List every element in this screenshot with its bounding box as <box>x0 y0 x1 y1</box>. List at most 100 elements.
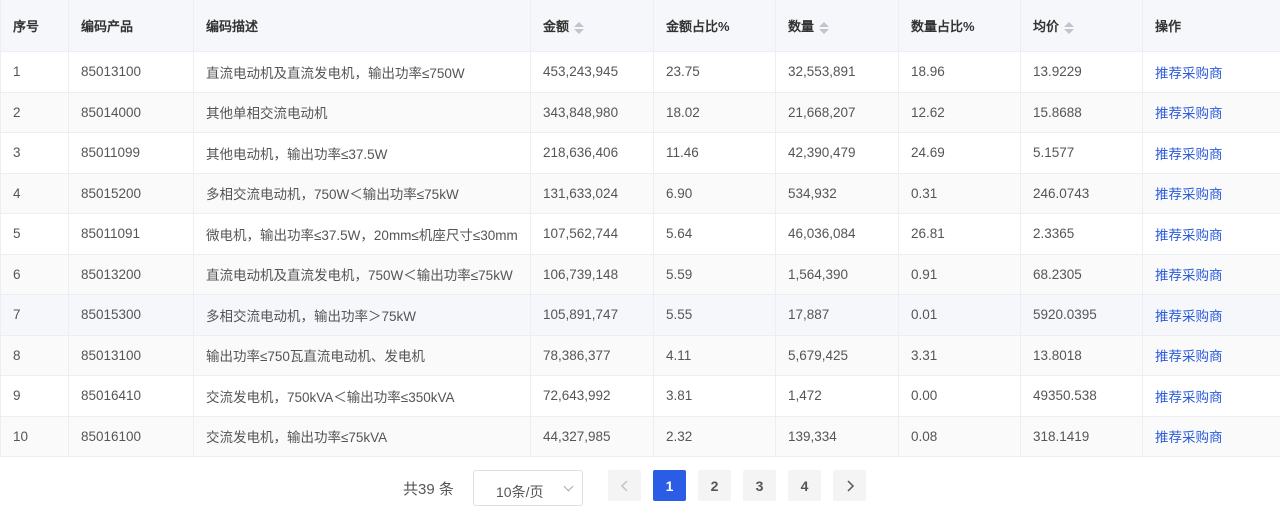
cell-code: 85013100 <box>69 52 194 93</box>
cell-code: 85016100 <box>69 416 194 457</box>
recommend-buyer-link[interactable]: 推荐采购商 <box>1143 133 1280 174</box>
cell-index: 4 <box>1 173 69 214</box>
cell-qty-pct: 12.62 <box>899 92 1021 133</box>
recommend-buyer-link[interactable]: 推荐采购商 <box>1143 335 1280 376</box>
cell-qty: 32,553,891 <box>776 52 899 93</box>
cell-qty: 46,036,084 <box>776 214 899 255</box>
cell-index: 9 <box>1 376 69 417</box>
cell-amount: 105,891,747 <box>531 295 654 336</box>
cell-qty-pct: 18.96 <box>899 52 1021 93</box>
cell-avg: 68.2305 <box>1021 254 1143 295</box>
col-header-amount[interactable]: 金额 <box>531 0 654 52</box>
cell-desc: 直流电动机及直流发电机，750W＜输出功率≤75kW <box>194 254 531 295</box>
sort-caret-icon[interactable] <box>574 22 584 34</box>
cell-amount: 218,636,406 <box>531 133 654 174</box>
cell-avg: 5.1577 <box>1021 133 1143 174</box>
cell-avg: 49350.538 <box>1021 376 1143 417</box>
cell-code: 85015200 <box>69 173 194 214</box>
recommend-buyer-link[interactable]: 推荐采购商 <box>1143 295 1280 336</box>
cell-index: 5 <box>1 214 69 255</box>
col-header-qty-pct: 数量占比% <box>899 0 1021 52</box>
cell-avg: 246.0743 <box>1021 173 1143 214</box>
table-row: 385011099其他电动机，输出功率≤37.5W218,636,40611.4… <box>1 133 1280 174</box>
cell-amount-pct: 5.64 <box>654 214 776 255</box>
cell-amount-pct: 5.55 <box>654 295 776 336</box>
cell-qty-pct: 3.31 <box>899 335 1021 376</box>
page-button-2[interactable]: 2 <box>698 470 731 501</box>
cell-qty: 5,679,425 <box>776 335 899 376</box>
cell-amount-pct: 3.81 <box>654 376 776 417</box>
col-header-qty[interactable]: 数量 <box>776 0 899 52</box>
table-row: 585011091微电机，输出功率≤37.5W，20mm≤机座尺寸≤30mm10… <box>1 214 1280 255</box>
cell-qty-pct: 0.08 <box>899 416 1021 457</box>
cell-qty: 1,564,390 <box>776 254 899 295</box>
cell-index: 10 <box>1 416 69 457</box>
col-header-desc: 编码描述 <box>194 0 531 52</box>
cell-index: 1 <box>1 52 69 93</box>
cell-index: 3 <box>1 133 69 174</box>
next-page-button[interactable] <box>833 470 866 501</box>
cell-qty: 534,932 <box>776 173 899 214</box>
cell-avg: 15.8688 <box>1021 92 1143 133</box>
cell-code: 85013200 <box>69 254 194 295</box>
cell-index: 2 <box>1 92 69 133</box>
cell-amount: 78,386,377 <box>531 335 654 376</box>
cell-qty-pct: 0.00 <box>899 376 1021 417</box>
page-size-select[interactable]: 10条/页 <box>473 470 583 506</box>
chevron-left-icon <box>619 480 631 492</box>
cell-desc: 其他电动机，输出功率≤37.5W <box>194 133 531 174</box>
cell-desc: 交流发电机，750kVA＜输出功率≤350kVA <box>194 376 531 417</box>
chevron-right-icon <box>844 480 856 492</box>
col-header-avg[interactable]: 均价 <box>1021 0 1143 52</box>
cell-amount: 131,633,024 <box>531 173 654 214</box>
cell-index: 7 <box>1 295 69 336</box>
cell-desc: 直流电动机及直流发电机，输出功率≤750W <box>194 52 531 93</box>
sort-caret-icon[interactable] <box>1064 22 1074 34</box>
recommend-buyer-link[interactable]: 推荐采购商 <box>1143 214 1280 255</box>
recommend-buyer-link[interactable]: 推荐采购商 <box>1143 92 1280 133</box>
cell-code: 85011099 <box>69 133 194 174</box>
cell-amount-pct: 23.75 <box>654 52 776 93</box>
cell-code: 85011091 <box>69 214 194 255</box>
cell-amount-pct: 18.02 <box>654 92 776 133</box>
cell-qty-pct: 0.91 <box>899 254 1021 295</box>
cell-amount: 343,848,980 <box>531 92 654 133</box>
prev-page-button[interactable] <box>608 470 641 501</box>
cell-avg: 2.3365 <box>1021 214 1143 255</box>
page-button-4[interactable]: 4 <box>788 470 821 501</box>
cell-desc: 多相交流电动机，750W＜输出功率≤75kW <box>194 173 531 214</box>
cell-amount-pct: 11.46 <box>654 133 776 174</box>
cell-qty: 17,887 <box>776 295 899 336</box>
table-row: 485015200多相交流电动机，750W＜输出功率≤75kW131,633,0… <box>1 173 1280 214</box>
cell-code: 85014000 <box>69 92 194 133</box>
table-row: 885013100输出功率≤750瓦直流电动机、发电机78,386,3774.1… <box>1 335 1280 376</box>
cell-code: 85013100 <box>69 335 194 376</box>
recommend-buyer-link[interactable]: 推荐采购商 <box>1143 416 1280 457</box>
table-row: 285014000其他单相交流电动机343,848,98018.0221,668… <box>1 92 1280 133</box>
cell-desc: 其他单相交流电动机 <box>194 92 531 133</box>
recommend-buyer-link[interactable]: 推荐采购商 <box>1143 254 1280 295</box>
table-row: 185013100直流电动机及直流发电机，输出功率≤750W453,243,94… <box>1 52 1280 93</box>
sort-caret-icon[interactable] <box>819 22 829 34</box>
cell-amount-pct: 5.59 <box>654 254 776 295</box>
cell-desc: 输出功率≤750瓦直流电动机、发电机 <box>194 335 531 376</box>
recommend-buyer-link[interactable]: 推荐采购商 <box>1143 52 1280 93</box>
cell-amount-pct: 4.11 <box>654 335 776 376</box>
page-size-value: 10条/页 <box>496 482 543 502</box>
cell-avg: 13.9229 <box>1021 52 1143 93</box>
table-row: 985016410交流发电机，750kVA＜输出功率≤350kVA72,643,… <box>1 376 1280 417</box>
col-header-action: 操作 <box>1143 0 1280 52</box>
cell-amount: 44,327,985 <box>531 416 654 457</box>
cell-amount: 72,643,992 <box>531 376 654 417</box>
table-row: 685013200直流电动机及直流发电机，750W＜输出功率≤75kW106,7… <box>1 254 1280 295</box>
col-header-index: 序号 <box>1 0 69 52</box>
recommend-buyer-link[interactable]: 推荐采购商 <box>1143 173 1280 214</box>
page-button-3[interactable]: 3 <box>743 470 776 501</box>
cell-avg: 13.8018 <box>1021 335 1143 376</box>
cell-amount-pct: 2.32 <box>654 416 776 457</box>
cell-desc: 微电机，输出功率≤37.5W，20mm≤机座尺寸≤30mm <box>194 214 531 255</box>
col-header-code: 编码产品 <box>69 0 194 52</box>
data-table: 序号 编码产品 编码描述 金额 金额占比% 数量 数量占比% 均价 操作 185… <box>0 0 1280 457</box>
recommend-buyer-link[interactable]: 推荐采购商 <box>1143 376 1280 417</box>
page-button-1[interactable]: 1 <box>653 470 686 501</box>
